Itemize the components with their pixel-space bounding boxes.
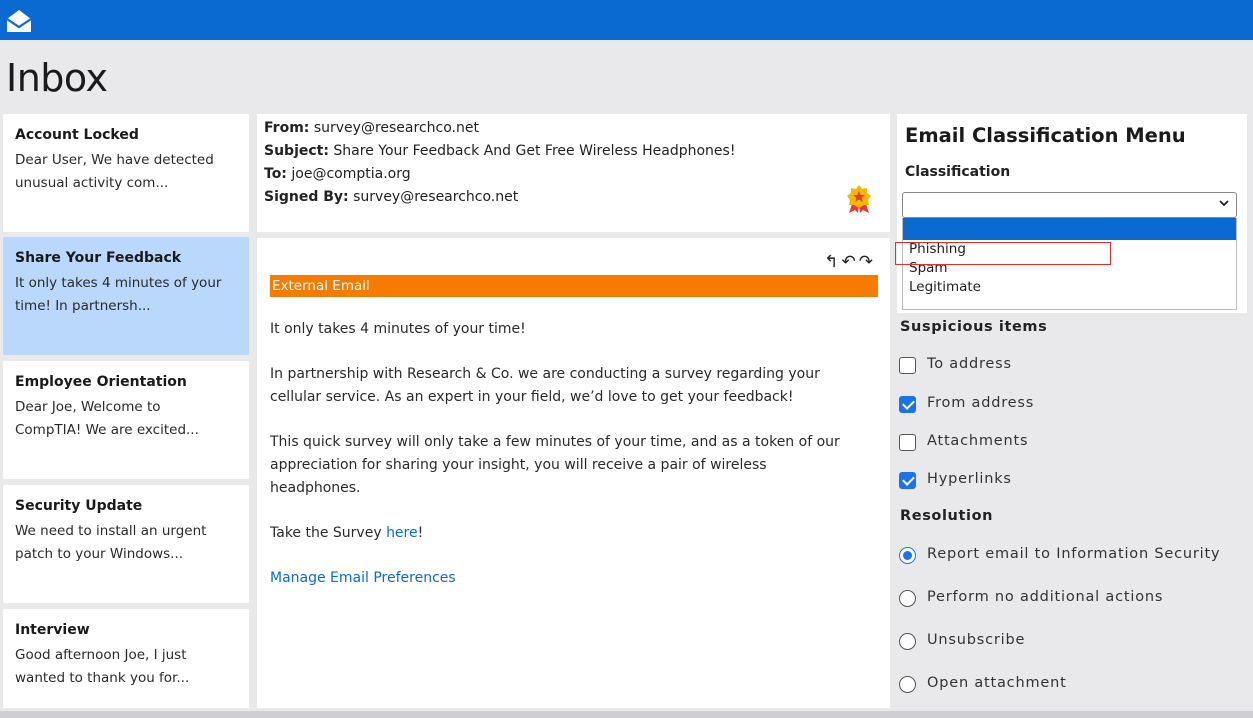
email-header: From: survey@researchco.net Subject: Sha… — [257, 114, 890, 232]
body-paragraph: This quick survey will only take a few m… — [270, 434, 840, 496]
list-item-interview[interactable]: Interview Good afternoon Joe, I just wan… — [3, 609, 249, 708]
list-item-preview: Dear User, We have detected unusual acti… — [15, 152, 214, 191]
list-item-share-your-feedback[interactable]: Share Your Feedback It only takes 4 minu… — [3, 237, 249, 355]
radio[interactable] — [899, 633, 916, 650]
manage-preferences-link[interactable]: Manage Email Preferences — [270, 570, 456, 586]
certificate-badge-icon[interactable] — [846, 184, 872, 214]
radio[interactable] — [899, 676, 916, 693]
classification-label: Classification — [905, 164, 1011, 180]
suspicious-items-label: Suspicious items — [900, 319, 1048, 335]
classification-menu-title: Email Classification Menu — [905, 124, 1186, 147]
list-item-title: Employee Orientation — [15, 374, 187, 390]
checkbox[interactable] — [899, 357, 916, 374]
checkbox[interactable] — [899, 434, 916, 451]
from-value: survey@researchco.net — [313, 120, 479, 136]
forward-icon[interactable]: ↷ — [859, 252, 876, 272]
list-item-title: Interview — [15, 622, 90, 638]
chevron-down-icon — [1219, 200, 1229, 207]
list-item-title: Account Locked — [15, 127, 139, 143]
list-item-preview: Dear Joe, Welcome to CompTIA! We are exc… — [15, 399, 199, 438]
list-item-title: Share Your Feedback — [15, 250, 182, 266]
external-email-banner: External Email — [270, 275, 878, 297]
list-item-security-update[interactable]: Security Update We need to install an ur… — [3, 485, 249, 603]
page-title: Inbox — [6, 56, 108, 100]
resolution-label: Resolution — [900, 508, 994, 524]
open-envelope-icon[interactable] — [5, 8, 33, 34]
list-item-preview: We need to install an urgent patch to yo… — [15, 523, 207, 562]
email-actions: ↰↶↷ — [824, 252, 876, 272]
list-item-employee-orientation[interactable]: Employee Orientation Dear Joe, Welcome t… — [3, 361, 249, 479]
subject-row: Subject: Share Your Feedback And Get Fre… — [264, 143, 736, 159]
checkbox-checked[interactable] — [899, 396, 916, 413]
classification-select[interactable] — [902, 192, 1237, 218]
signed-by-value: survey@researchco.net — [353, 189, 519, 205]
bottom-strip — [0, 711, 1253, 718]
top-bar — [0, 0, 1253, 40]
list-item-title: Security Update — [15, 498, 143, 514]
classification-panel: Email Classification Menu Classification… — [897, 114, 1247, 313]
list-item-preview: It only takes 4 minutes of your time! In… — [15, 275, 222, 314]
signed-by-row: Signed By: survey@researchco.net — [264, 189, 519, 205]
checkbox-checked[interactable] — [899, 472, 916, 489]
body-paragraph: Take the Survey here! — [270, 525, 424, 541]
survey-link[interactable]: here — [386, 525, 418, 541]
reply-all-icon[interactable]: ↰ — [824, 252, 841, 272]
email-body-text: It only takes 4 minutes of your time! In… — [270, 318, 850, 612]
list-item-account-locked[interactable]: Account Locked Dear User, We have detect… — [3, 114, 249, 232]
reply-icon[interactable]: ↶ — [842, 252, 859, 272]
from-row: From: survey@researchco.net — [264, 120, 479, 136]
to-value: joe@comptia.org — [291, 166, 411, 182]
body-paragraph: Manage Email Preferences — [270, 567, 850, 590]
highlight-box — [895, 242, 1111, 265]
subject-value: Share Your Feedback And Get Free Wireles… — [333, 143, 736, 159]
radio-selected[interactable] — [899, 547, 916, 564]
radio[interactable] — [899, 590, 916, 607]
email-body: ↰↶↷ External Email It only takes 4 minut… — [257, 238, 890, 708]
to-row: To: joe@comptia.org — [264, 166, 411, 182]
dropdown-option-legitimate[interactable]: Legitimate — [903, 278, 1236, 297]
body-paragraph: In partnership with Research & Co. we ar… — [270, 366, 820, 405]
list-item-preview: Good afternoon Joe, I just wanted to tha… — [15, 647, 190, 686]
dropdown-option-blank[interactable] — [903, 218, 1236, 240]
body-paragraph: It only takes 4 minutes of your time! — [270, 321, 526, 337]
